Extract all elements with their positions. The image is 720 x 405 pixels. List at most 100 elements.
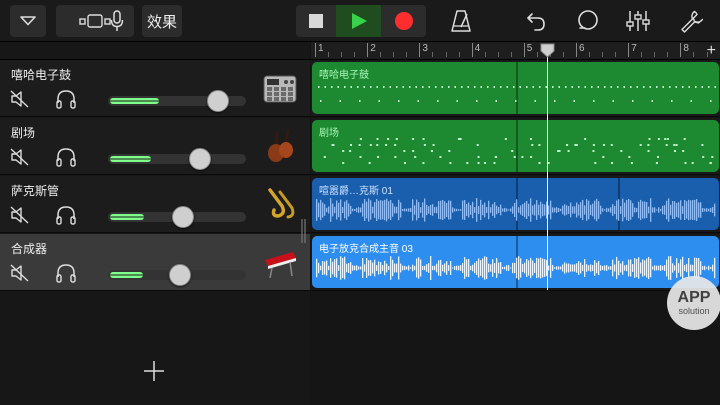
undo-button[interactable] [520, 6, 552, 36]
watermark-subtext: solution [678, 306, 710, 316]
ruler-bar-tick [315, 43, 316, 57]
ruler-beat-tick [432, 52, 434, 57]
solo-button[interactable] [55, 263, 77, 283]
ruler-beat-tick [354, 52, 356, 57]
ruler-bar-number: 8 [683, 43, 689, 54]
ruler-bar-number: 5 [526, 43, 533, 54]
track-header[interactable]: 嘻哈电子鼓 [0, 60, 310, 117]
add-section-button[interactable]: + [707, 42, 716, 60]
play-button[interactable] [336, 5, 381, 37]
ruler-beat-tick [589, 52, 591, 57]
track-lane[interactable]: 剧场 [311, 118, 720, 175]
track-name: 合成器 [11, 242, 48, 256]
ruler-bar-tick [471, 43, 473, 57]
record-icon [394, 12, 413, 30]
playhead-handle-icon[interactable] [540, 43, 555, 58]
playhead-line[interactable] [547, 52, 549, 290]
ruler-beat-tick [615, 52, 617, 57]
mute-button[interactable] [10, 148, 30, 166]
metronome-icon [451, 10, 471, 32]
ruler-bar-tick [523, 43, 525, 57]
sliders-icon [626, 11, 650, 31]
add-track-button[interactable] [140, 357, 168, 385]
ruler-beat-tick [641, 52, 643, 57]
ruler-bar-tick [628, 43, 630, 57]
plus-icon [144, 361, 164, 381]
level-meter [110, 98, 160, 104]
stop-button[interactable] [296, 5, 336, 37]
solo-button[interactable] [55, 205, 77, 225]
metronome-button[interactable] [445, 6, 477, 36]
mixer-controls-button[interactable] [622, 6, 654, 36]
fx-button[interactable]: 效果 [142, 5, 182, 37]
settings-button[interactable] [675, 6, 707, 36]
track-header[interactable]: 剧场 [0, 118, 310, 175]
loop-browser-button[interactable] [572, 6, 604, 36]
undo-icon [527, 13, 545, 31]
volume-slider-knob[interactable] [189, 148, 212, 170]
wrench-icon [681, 10, 703, 33]
audio-waveform [316, 198, 716, 222]
strings-icon [268, 129, 293, 162]
toolbar: 效果 [0, 0, 720, 42]
saxophone-icon [268, 188, 295, 219]
speaker-mute-icon [10, 90, 29, 108]
track-lane[interactable]: 嘻哈电子鼓 [311, 60, 720, 117]
instrument-icon-button[interactable] [262, 244, 298, 280]
instrument-icon-button[interactable] [262, 186, 298, 222]
track-name: 嘻哈电子鼓 [11, 68, 72, 82]
speaker-mute-icon [10, 206, 29, 224]
watermark-text: APP [677, 289, 711, 306]
volume-slider-knob[interactable] [206, 90, 229, 112]
level-meter [110, 214, 144, 220]
instrument-icon-button[interactable] [262, 70, 298, 106]
garageband-app: 效果 + 1 2 3 4 5 6 7 8 嘻哈电子鼓 剧场 萨克斯管 合成器 嘻… [0, 0, 720, 405]
my-songs-dropdown-button[interactable] [10, 5, 46, 37]
speaker-mute-icon [10, 148, 29, 166]
ruler-bar-tick [576, 43, 577, 57]
instrument-icon-button[interactable] [262, 128, 298, 164]
headphones-icon [56, 264, 76, 283]
track-lane[interactable]: 电子放克合成主音 03 [311, 234, 720, 291]
ruler-beat-tick [341, 52, 343, 57]
level-meter [110, 272, 143, 278]
mute-button[interactable] [10, 264, 30, 282]
keyboard-synth-icon [265, 252, 296, 279]
track-name: 剧场 [11, 126, 36, 140]
volume-slider-knob[interactable] [171, 206, 194, 228]
record-button[interactable] [381, 5, 426, 37]
track-region[interactable]: 嘻哈电子鼓 [312, 62, 719, 114]
ruler-bar-number: 1 [318, 43, 324, 54]
ruler-bar-number: 3 [422, 43, 428, 54]
midi-notes [323, 138, 714, 164]
ruler-beat-tick [510, 52, 512, 57]
ruler-beat-tick [667, 52, 669, 57]
ruler-beat-tick [380, 52, 382, 57]
mute-button[interactable] [10, 90, 30, 108]
ruler-beat-tick [406, 52, 408, 57]
track-header[interactable]: 合成器 [0, 234, 310, 291]
ruler-beat-tick [562, 52, 564, 57]
audio-waveform [316, 256, 716, 280]
mic-button[interactable] [100, 5, 134, 37]
track-header[interactable]: 萨克斯管 [0, 176, 310, 233]
headphones-icon [56, 90, 76, 109]
watermark-logo: APP solution [667, 276, 720, 330]
ruler-beat-tick [602, 52, 604, 57]
play-icon [351, 13, 367, 29]
mute-button[interactable] [10, 206, 30, 224]
midi-notes [318, 86, 716, 102]
track-region[interactable]: 电子放克合成主音 03 [312, 236, 719, 288]
volume-slider-knob[interactable] [169, 264, 192, 286]
track-lane[interactable]: 喧嚣爵…克斯 01 [311, 176, 720, 233]
resize-grip-icon[interactable] [300, 218, 308, 244]
track-region[interactable]: 喧嚣爵…克斯 01 [312, 178, 719, 230]
solo-button[interactable] [55, 89, 77, 109]
solo-button[interactable] [55, 147, 77, 167]
ruler-bar-number: 4 [474, 43, 481, 54]
track-region[interactable]: 剧场 [312, 120, 719, 172]
tracks-timeline[interactable]: 嘻哈电子鼓剧场喧嚣爵…克斯 01 电子放克合成主音 03 [311, 60, 720, 405]
timeline-ruler[interactable]: + 1 2 3 4 5 6 7 8 [311, 42, 720, 60]
volume-slider-track[interactable] [108, 154, 246, 164]
ruler-beat-tick [706, 52, 708, 57]
